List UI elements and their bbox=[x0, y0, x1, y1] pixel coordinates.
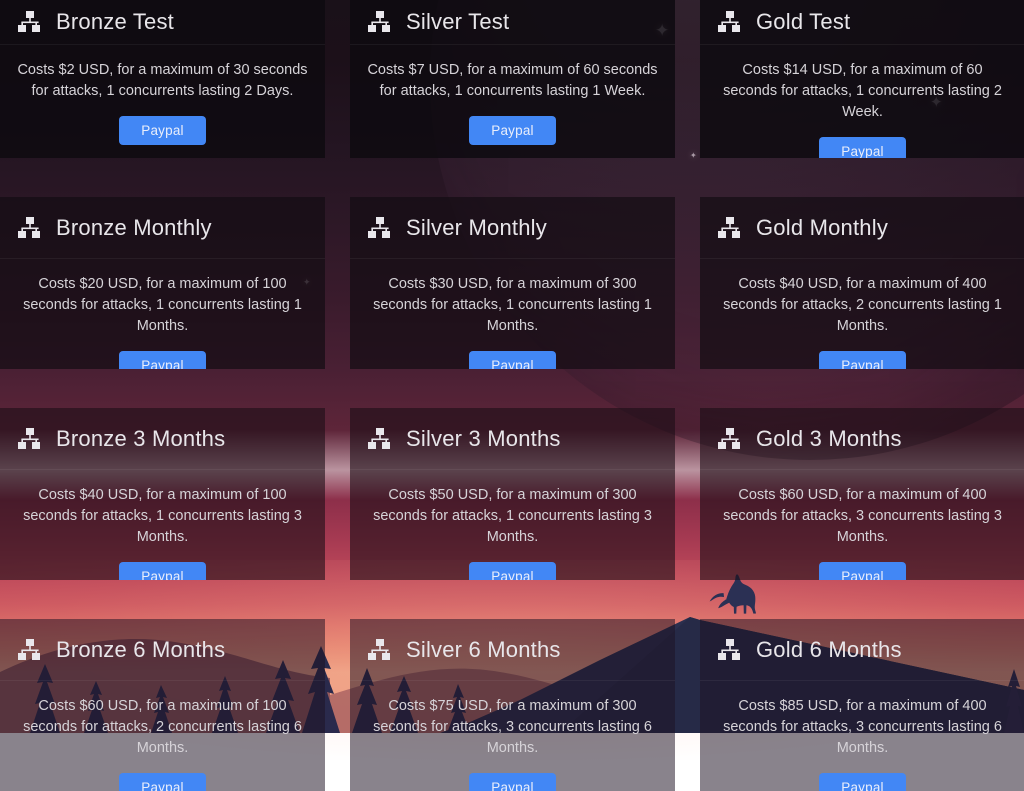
paypal-button[interactable]: Paypal bbox=[469, 351, 556, 369]
plan-card-gold-test[interactable]: Gold Test Costs $14 USD, for a maximum o… bbox=[700, 0, 1024, 158]
plan-card-header: Silver 3 Months bbox=[350, 408, 675, 470]
grid-gap bbox=[675, 408, 700, 580]
plan-card-body: Costs $7 USD, for a maximum of 60 second… bbox=[350, 45, 675, 158]
plan-card-gold-6-months[interactable]: Gold 6 Months Costs $85 USD, for a maxim… bbox=[700, 619, 1024, 791]
paypal-button[interactable]: Paypal bbox=[819, 562, 906, 580]
grid-gap bbox=[675, 0, 700, 158]
grid-gap bbox=[325, 408, 350, 580]
plan-description: Costs $14 USD, for a maximum of 60 secon… bbox=[723, 62, 1002, 121]
plan-card-body: Costs $14 USD, for a maximum of 60 secon… bbox=[700, 45, 1024, 158]
sitemap-icon bbox=[18, 427, 40, 449]
paypal-button[interactable]: Paypal bbox=[469, 116, 556, 146]
grid-gap bbox=[675, 619, 700, 791]
grid-row-gap bbox=[0, 369, 1024, 408]
plan-card-silver-test[interactable]: Silver Test Costs $7 USD, for a maximum … bbox=[350, 0, 675, 158]
plan-card-header: Silver Test bbox=[350, 0, 675, 45]
paypal-button[interactable]: Paypal bbox=[819, 351, 906, 369]
plan-description: Costs $60 USD, for a maximum of 100 seco… bbox=[23, 698, 302, 757]
paypal-button[interactable]: Paypal bbox=[469, 773, 556, 791]
plan-card-body: Costs $30 USD, for a maximum of 300 seco… bbox=[350, 259, 675, 369]
sitemap-icon bbox=[18, 638, 40, 660]
plan-description: Costs $30 USD, for a maximum of 300 seco… bbox=[373, 276, 652, 335]
plan-card-bronze-3-months[interactable]: Bronze 3 Months Costs $40 USD, for a max… bbox=[0, 408, 325, 580]
plan-title: Silver 3 Months bbox=[406, 425, 561, 451]
grid-gap bbox=[675, 197, 700, 369]
plan-description: Costs $60 USD, for a maximum of 400 seco… bbox=[723, 487, 1002, 546]
plan-card-body: Costs $20 USD, for a maximum of 100 seco… bbox=[0, 259, 325, 369]
plan-card-body: Costs $50 USD, for a maximum of 300 seco… bbox=[350, 470, 675, 580]
plan-title: Gold Monthly bbox=[756, 214, 889, 240]
plan-title: Silver Test bbox=[406, 9, 510, 34]
plan-card-body: Costs $60 USD, for a maximum of 400 seco… bbox=[700, 470, 1024, 580]
sitemap-icon bbox=[718, 216, 740, 238]
plan-card-header: Gold Monthly bbox=[700, 197, 1024, 259]
plan-card-silver-6-months[interactable]: Silver 6 Months Costs $75 USD, for a max… bbox=[350, 619, 675, 791]
sitemap-icon bbox=[18, 216, 40, 238]
plan-card-header: Silver Monthly bbox=[350, 197, 675, 259]
plan-description: Costs $2 USD, for a maximum of 30 second… bbox=[17, 62, 308, 100]
paypal-button[interactable]: Paypal bbox=[119, 116, 206, 146]
plan-card-header: Silver 6 Months bbox=[350, 619, 675, 681]
plan-card-header: Gold 6 Months bbox=[700, 619, 1024, 681]
plan-title: Gold 6 Months bbox=[756, 636, 902, 662]
plan-card-body: Costs $60 USD, for a maximum of 100 seco… bbox=[0, 681, 325, 791]
paypal-button[interactable]: Paypal bbox=[819, 137, 906, 158]
plan-title: Bronze Monthly bbox=[56, 214, 212, 240]
sitemap-icon bbox=[718, 638, 740, 660]
plan-card-silver-monthly[interactable]: Silver Monthly Costs $30 USD, for a maxi… bbox=[350, 197, 675, 369]
plan-card-gold-3-months[interactable]: Gold 3 Months Costs $60 USD, for a maxim… bbox=[700, 408, 1024, 580]
sitemap-icon bbox=[718, 427, 740, 449]
grid-gap bbox=[325, 0, 350, 158]
plan-card-gold-monthly[interactable]: Gold Monthly Costs $40 USD, for a maximu… bbox=[700, 197, 1024, 369]
paypal-button[interactable]: Paypal bbox=[119, 351, 206, 369]
plan-card-header: Bronze 6 Months bbox=[0, 619, 325, 681]
plan-title: Gold Test bbox=[756, 9, 851, 34]
plan-card-body: Costs $2 USD, for a maximum of 30 second… bbox=[0, 45, 325, 158]
plan-card-body: Costs $75 USD, for a maximum of 300 seco… bbox=[350, 681, 675, 791]
plan-card-body: Costs $40 USD, for a maximum of 400 seco… bbox=[700, 259, 1024, 369]
paypal-button[interactable]: Paypal bbox=[119, 562, 206, 580]
plan-card-header: Gold Test bbox=[700, 0, 1024, 45]
plan-description: Costs $40 USD, for a maximum of 100 seco… bbox=[23, 487, 302, 546]
plan-card-silver-3-months[interactable]: Silver 3 Months Costs $50 USD, for a max… bbox=[350, 408, 675, 580]
plan-title: Gold 3 Months bbox=[756, 425, 902, 451]
plan-description: Costs $7 USD, for a maximum of 60 second… bbox=[367, 62, 658, 100]
plan-card-bronze-test[interactable]: Bronze Test Costs $2 USD, for a maximum … bbox=[0, 0, 325, 158]
sitemap-icon bbox=[18, 11, 40, 32]
plan-card-header: Bronze Test bbox=[0, 0, 325, 45]
plan-card-body: Costs $40 USD, for a maximum of 100 seco… bbox=[0, 470, 325, 580]
plan-title: Silver 6 Months bbox=[406, 636, 561, 662]
plan-card-header: Bronze Monthly bbox=[0, 197, 325, 259]
plan-title: Bronze 6 Months bbox=[56, 636, 226, 662]
grid-gap bbox=[325, 619, 350, 791]
sitemap-icon bbox=[368, 11, 390, 32]
grid-gap bbox=[325, 197, 350, 369]
paypal-button[interactable]: Paypal bbox=[119, 773, 206, 791]
sitemap-icon bbox=[718, 11, 740, 32]
grid-row-gap bbox=[0, 580, 1024, 619]
sitemap-icon bbox=[368, 638, 390, 660]
plan-title: Bronze Test bbox=[56, 9, 174, 34]
plan-title: Bronze 3 Months bbox=[56, 425, 226, 451]
plan-card-bronze-monthly[interactable]: Bronze Monthly Costs $20 USD, for a maxi… bbox=[0, 197, 325, 369]
plan-card-body: Costs $85 USD, for a maximum of 400 seco… bbox=[700, 681, 1024, 791]
plan-card-bronze-6-months[interactable]: Bronze 6 Months Costs $60 USD, for a max… bbox=[0, 619, 325, 791]
pricing-grid: Bronze Test Costs $2 USD, for a maximum … bbox=[0, 0, 1024, 791]
paypal-button[interactable]: Paypal bbox=[469, 562, 556, 580]
plan-description: Costs $75 USD, for a maximum of 300 seco… bbox=[373, 698, 652, 757]
plan-description: Costs $50 USD, for a maximum of 300 seco… bbox=[373, 487, 652, 546]
plan-title: Silver Monthly bbox=[406, 214, 547, 240]
plan-card-header: Bronze 3 Months bbox=[0, 408, 325, 470]
paypal-button[interactable]: Paypal bbox=[819, 773, 906, 791]
grid-row-gap bbox=[0, 158, 1024, 197]
plan-card-header: Gold 3 Months bbox=[700, 408, 1024, 470]
sitemap-icon bbox=[368, 216, 390, 238]
plan-description: Costs $20 USD, for a maximum of 100 seco… bbox=[23, 276, 302, 335]
plan-description: Costs $40 USD, for a maximum of 400 seco… bbox=[723, 276, 1002, 335]
plan-description: Costs $85 USD, for a maximum of 400 seco… bbox=[723, 698, 1002, 757]
sitemap-icon bbox=[368, 427, 390, 449]
